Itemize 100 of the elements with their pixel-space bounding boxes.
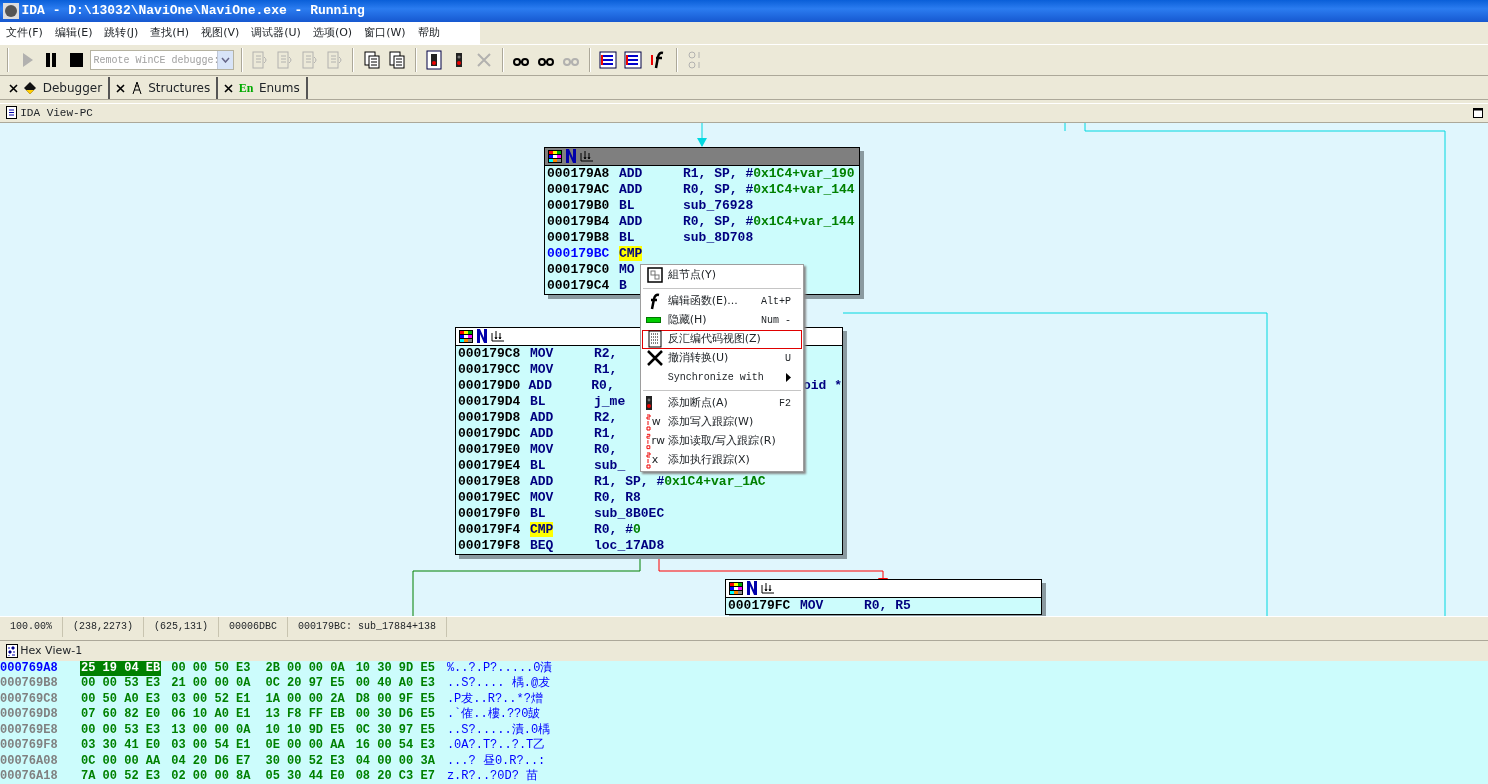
menu-item[interactable]: w 添加写入跟踪(W) [642,412,802,432]
menu-item[interactable]: 查找(H) [144,22,196,44]
mnemonic-text: CMP [530,521,554,537]
menu-item[interactable]: 帮助 [411,22,446,44]
color-grid-icon[interactable] [728,581,743,595]
hex-bytes: 7A 00 52 E3 [80,769,162,784]
color-grid-icon[interactable] [547,149,562,163]
list-icon[interactable] [597,49,620,71]
hex-bytes: 05 30 44 E0 [264,769,346,784]
mnemonic-text: BL [530,505,546,521]
shortcut-text: U [785,351,791,366]
flow-icon[interactable] [490,329,507,343]
mnemonic-text: ADD [528,377,552,393]
comment-text: oid * [802,377,842,394]
address-text: 000769B8 [0,676,59,692]
operand-text: R1, [594,361,618,377]
close-icon[interactable] [8,83,18,93]
hex-bytes: 25 19 04 EB [80,660,162,677]
n-icon[interactable] [475,329,488,344]
address-text: 000179A8 [546,165,611,182]
hex-bytes: 07 60 82 E0 [80,707,162,723]
address-text: 000769F8 [0,738,59,754]
operand-text: R0, [591,377,615,393]
caret-icon [221,57,231,63]
mnemonic-text: MOV [530,345,554,361]
operand-text: R2, [594,345,618,361]
hex-bytes: 00 30 D6 E5 [354,707,436,723]
hex-bytes: 00 00 50 E3 [170,660,252,677]
n-icon[interactable] [745,581,758,596]
menu-item[interactable]: x 添加执行跟踪(X) [642,450,802,470]
address-text: 000179E0 [457,441,522,458]
address-text: 000179CC [457,361,522,378]
status-text: 100.00% [0,616,63,637]
address-text: 000769D8 [0,707,59,723]
status-text: (238,2273) [63,616,145,637]
list-icon[interactable] [622,49,644,71]
menu-item[interactable]: 組节点(Y) [642,265,802,285]
maximize-icon[interactable] [1472,107,1483,118]
hex-bytes: 04 00 00 3A [354,753,436,770]
hex-bytes: 10 30 9D E5 [354,660,436,677]
menu-item[interactable]: 跳转(J) [98,22,145,44]
address-text: 000179C8 [457,345,522,362]
mnemonic-text: ADD [619,213,643,229]
menu-item[interactable]: rw 添加读取/写入跟踪(R) [642,431,802,451]
address-text: 000179AC [546,181,611,198]
mnemonic-text: CMP [619,245,643,261]
mnemonic-text: ADD [530,409,554,425]
status-text: 00006DBC [219,616,289,637]
cross-icon [645,349,664,368]
menu-item[interactable]: 调试器(U) [245,22,307,44]
shortcut-text: F2 [779,396,791,411]
color-grid-icon[interactable] [458,329,473,343]
menu-item[interactable]: 编辑函数(E)... Alt+P [642,291,802,311]
hex-bytes: 02 00 00 8A [170,769,252,784]
breakpoint-icon [645,396,652,411]
operand-text: sub_8B0EC [594,505,665,521]
menu-item[interactable]: 隐藏(H) Num - [642,310,802,330]
hex-bytes: 13 F8 FF EB [264,707,346,723]
diamond-icon [23,81,38,95]
address-text: 000179B4 [546,213,611,230]
mnemonic-text: ADD [530,425,554,441]
menu-item[interactable]: 窗口(W) [358,22,412,44]
operand-text: j_me [594,393,626,409]
mnemonic-text: ADD [530,473,554,489]
group-icon [645,266,664,285]
menu-item[interactable]: 视图(V) [195,22,246,44]
flow-icon[interactable] [760,581,777,595]
shortcut-text: Alt+P [761,294,791,309]
operand-text: sub_ [594,457,626,473]
binary-document-icon [5,643,18,658]
operand-text: R1, [594,425,618,441]
menu-item[interactable]: 文件(F) [0,22,49,44]
address-text: 000179C4 [546,277,611,294]
menu-item[interactable]: 撤消转换(U) U [642,348,802,368]
address-text: 00076A08 [0,753,59,770]
address-text: 000179D0 [457,377,522,394]
operand-text: sub_76928 [683,197,754,213]
hex-bytes: 00 00 53 E3 [80,676,162,692]
menu-item[interactable]: 反汇编代码视图(Z) [642,329,802,349]
menu-item[interactable]: 添加断点(A) F2 [642,393,802,413]
address-text: 000179BC [546,245,611,262]
hex-bytes: 0C 00 00 AA [80,753,162,770]
hex-bytes: 16 00 54 E3 [354,738,436,754]
hex-bytes: 03 30 41 E0 [80,738,162,754]
menu-item[interactable]: Synchronize with [642,367,802,387]
mnemonic-text: BL [619,229,635,245]
address-text: 000179B0 [546,197,611,214]
ascii-text: ..S?.....漬.0楀 [446,722,551,738]
close-icon[interactable] [224,83,234,93]
address-text: 000179F0 [457,505,522,522]
trace-tag: x [651,452,659,469]
document-icon[interactable] [361,49,383,71]
menu-item[interactable]: 编辑(E) [48,22,99,44]
tower-icon [130,81,143,95]
hex-bytes: 10 10 9D E5 [264,722,346,739]
operand-text: R0, SP, #0x1C4+var_144 [683,213,855,229]
ascii-text: .`傕..樓.??0皷 [446,707,541,723]
close-icon[interactable] [116,83,126,93]
hex-bytes: 0C 30 97 E5 [354,722,436,739]
menu-item[interactable]: 选项(O) [306,22,359,44]
